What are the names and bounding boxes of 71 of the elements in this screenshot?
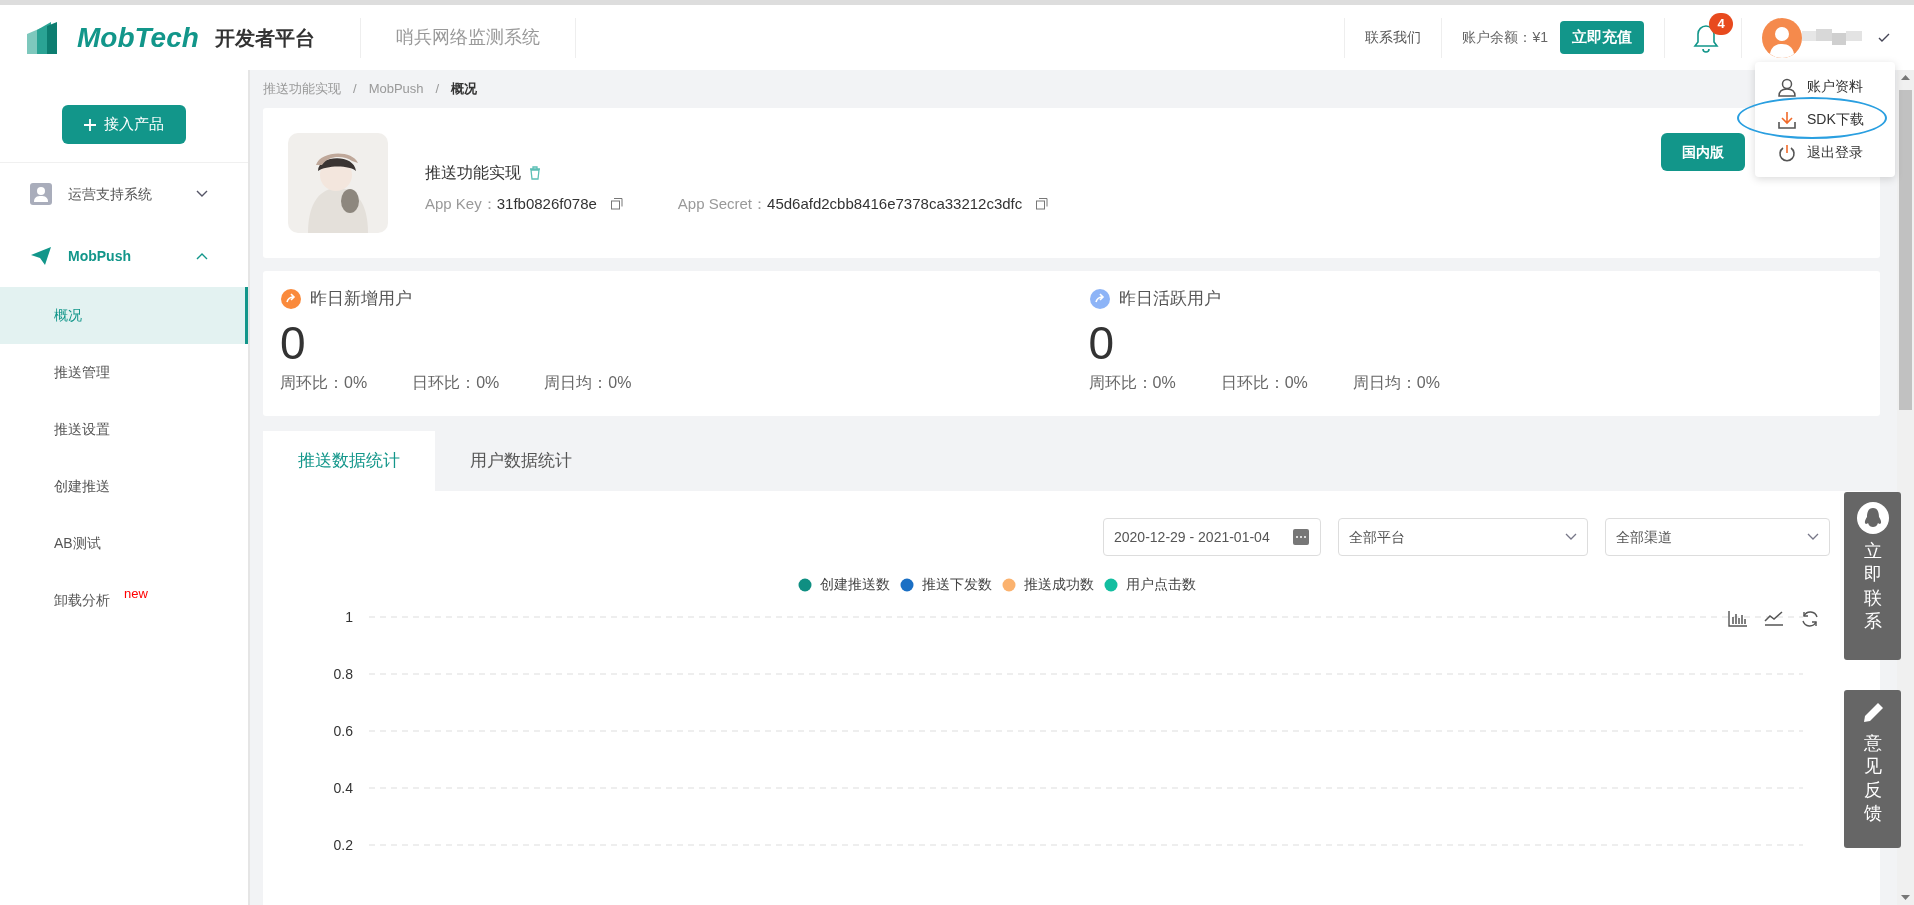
menu-item[interactable]: SDK下载 (1755, 103, 1895, 136)
app-name: 推送功能实现 (425, 163, 521, 184)
notification-badge: 4 (1709, 12, 1734, 35)
stat-metric: 周日均：0% (1352, 372, 1440, 393)
breadcrumb-item: 概况 (451, 80, 478, 99)
axis-label: 0.4 (333, 780, 353, 797)
floating-button[interactable]: 立即联系 (1844, 492, 1901, 660)
app-key: 31fb0826f078e (496, 193, 597, 216)
stat-metric: 周环比：0% (280, 372, 368, 393)
app-secret: 45d6afd2cbb8416e7378ca33212c3dfc (767, 194, 1023, 215)
app-secret-label: App Secret： (677, 194, 768, 215)
platform-title: 开发者平台 (214, 25, 315, 51)
breadcrumb-separator: / (435, 80, 440, 99)
stat-metric: 日环比：0% (1220, 372, 1308, 393)
logo-text: MobTech (77, 20, 199, 55)
copy-icon[interactable] (610, 198, 623, 211)
new-label: new (124, 584, 148, 603)
legend-item[interactable]: 创建推送数 (797, 574, 890, 596)
plus-icon (84, 118, 96, 131)
recharge-button[interactable]: 立即充值 (1560, 21, 1644, 54)
bell-icon[interactable] (1693, 22, 1719, 53)
breadcrumb-separator: / (353, 80, 357, 99)
stat-title: 昨日新增用户 (310, 288, 412, 311)
paper-plane-icon (30, 246, 52, 266)
user-icon (1777, 76, 1797, 97)
line-chart-icon[interactable] (1764, 609, 1784, 628)
add-product-button[interactable]: 接入产品 (62, 105, 186, 144)
stat-title: 昨日活跃用户 (1118, 288, 1221, 311)
avatar-icon[interactable] (1762, 17, 1802, 58)
channel-select[interactable]: 全部渠道 (1605, 518, 1830, 557)
sidebar-section[interactable]: MobPush (0, 225, 248, 287)
system-name: 哨兵网络监测系统 (395, 26, 540, 49)
sidebar-item[interactable]: 推送管理 (0, 344, 248, 401)
stat-metric: 周日均：0% (544, 372, 632, 393)
platform-select[interactable]: 全部平台 (1338, 518, 1588, 557)
chevron-down-icon (1565, 533, 1577, 542)
legend-item[interactable]: 推送成功数 (1001, 574, 1094, 596)
chevron-down-icon (1807, 533, 1819, 542)
legend-item[interactable]: 推送下发数 (899, 574, 992, 596)
sidebar-item[interactable]: 卸载分析 new (0, 572, 248, 629)
sidebar-section[interactable]: 运营支持系统 (0, 163, 248, 225)
user-icon (30, 183, 52, 205)
stat-metric: 周环比：0% (1088, 372, 1176, 393)
tab[interactable]: 用户数据统计 (435, 431, 607, 492)
sidebar-item[interactable]: 创建推送 (0, 458, 248, 515)
menu-item[interactable]: 账户资料 (1755, 70, 1895, 103)
sidebar-item[interactable]: AB测试 (0, 515, 248, 572)
stat-value: 0 (280, 315, 307, 371)
contact-link[interactable]: 联系我们 (1365, 27, 1422, 48)
date-range-field[interactable]: 2020-12-29 - 2021-01-04 (1103, 518, 1321, 557)
floating-button[interactable]: 意见反馈 (1844, 690, 1901, 848)
tab[interactable]: 推送数据统计 (263, 431, 435, 492)
app-key-label: App Key： (425, 194, 497, 215)
stat-value: 0 (1088, 315, 1116, 371)
refresh-icon[interactable] (1800, 609, 1820, 630)
axis-label: 0.6 (333, 723, 353, 740)
stat-metric: 日环比：0% (412, 372, 500, 393)
calendar-icon[interactable] (1292, 528, 1310, 547)
region-button[interactable]: 国内版 (1661, 133, 1745, 172)
axis-label: 0.8 (333, 666, 353, 683)
axis-label: 0.2 (333, 837, 353, 854)
download-icon (1777, 109, 1797, 130)
balance-text: 账户余额：¥1 (1462, 28, 1548, 47)
axis-label: 1 (345, 609, 353, 626)
menu-item[interactable]: 退出登录 (1755, 136, 1895, 169)
legend-item[interactable]: 用户点击数 (1103, 574, 1196, 596)
sidebar-item[interactable]: 推送设置 (0, 401, 248, 458)
power-icon (1777, 142, 1797, 163)
penguin-icon (1856, 502, 1889, 534)
bar-chart-icon[interactable] (1728, 609, 1748, 628)
copy-icon[interactable] (1036, 198, 1049, 211)
